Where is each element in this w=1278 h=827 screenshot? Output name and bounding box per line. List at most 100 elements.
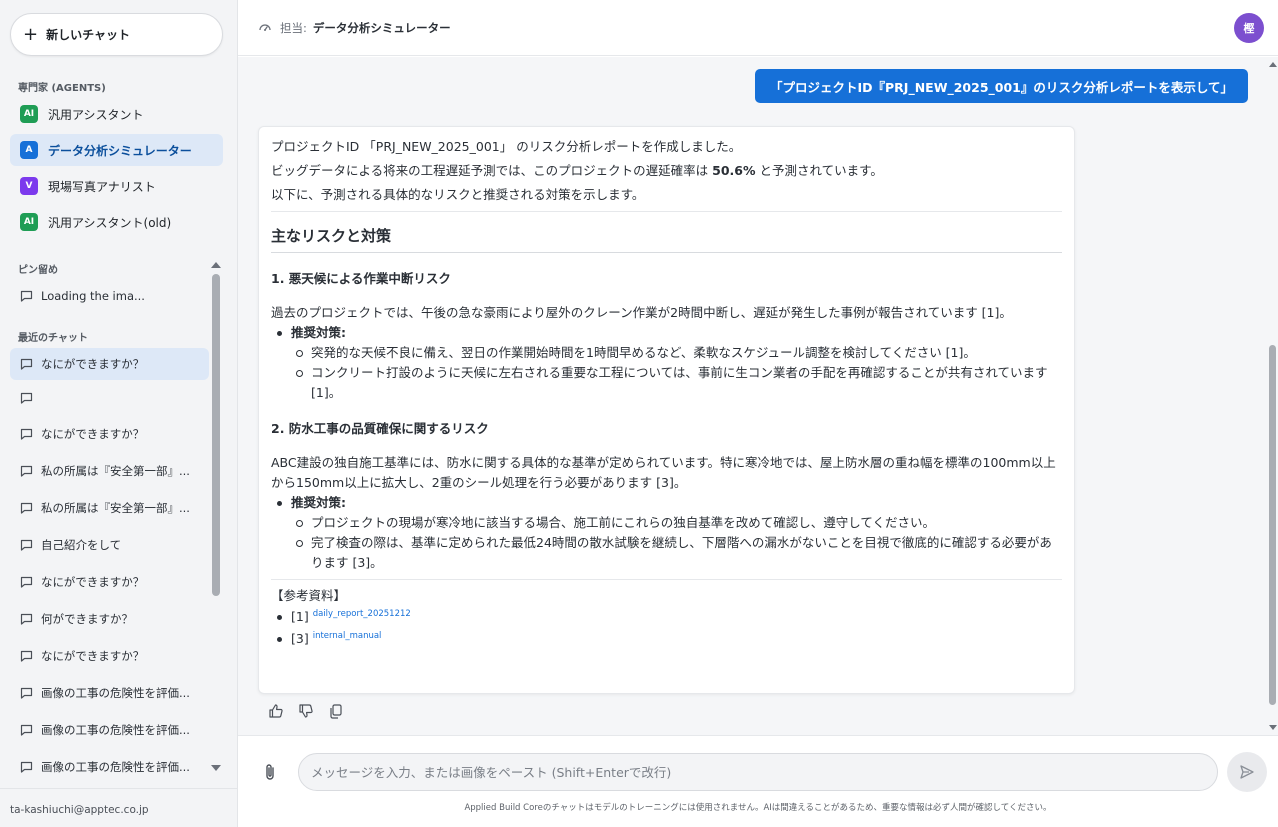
delay-probability: 50.6%	[712, 163, 756, 178]
agent-item-general-assistant-old[interactable]: AI 汎用アシスタント(old)	[10, 206, 223, 238]
user-avatar[interactable]: 樫	[1234, 13, 1264, 43]
measures-list: 推奨対策: プロジェクトの現場が寒冷地に該当する場合、施工前にこれらの独自基準を…	[271, 493, 1062, 573]
sidebar: + 新しいチャット 専門家 (AGENTS) AI 汎用アシスタント A データ…	[0, 0, 238, 827]
chat-item-label: 画像の工事の危険性を評価...	[41, 723, 190, 737]
agent-badge: AI	[20, 213, 38, 231]
chat-scroll-up-arrow[interactable]	[1269, 62, 1277, 67]
chat-item-label: 画像の工事の危険性を評価...	[41, 760, 190, 774]
reference-item: [3] internal_manual	[271, 628, 1062, 650]
send-button[interactable]	[1227, 752, 1267, 792]
chat-item-label: 何ができますか？	[41, 612, 133, 626]
thumbs-down-icon[interactable]	[298, 703, 314, 719]
agent-badge: AI	[20, 105, 38, 123]
recent-section-label: 最近のチャット	[18, 333, 88, 344]
message-actions	[268, 703, 344, 719]
chat-item-label: 自己紹介をして	[41, 538, 122, 552]
recent-chat-item[interactable]: 画像の工事の危険性を評価...	[10, 714, 209, 746]
chat-bubble-icon	[20, 428, 33, 440]
composer: Applied Build Coreのチャットはモデルのトレーニングには使用され…	[238, 735, 1278, 827]
chat-bubble-icon	[20, 613, 33, 625]
agent-item-general-assistant[interactable]: AI 汎用アシスタント	[10, 98, 223, 130]
recent-chat-item[interactable]: 私の所属は『安全第一部』...	[10, 492, 209, 524]
new-chat-button[interactable]: + 新しいチャット	[10, 13, 223, 56]
chat-bubble-icon	[20, 539, 33, 551]
risk-heading: 2. 防水工事の品質確保に関するリスク	[271, 421, 489, 436]
recent-chat-item[interactable]	[10, 382, 209, 414]
message-input[interactable]	[298, 753, 1218, 791]
sidebar-scroll-up-arrow[interactable]	[211, 262, 221, 268]
chat-bubble-icon	[20, 358, 33, 370]
reference-number: [1]	[291, 609, 309, 624]
measure: コンクリート打設のように天候に左右される重要な工程については、事前に生コン業者の…	[291, 363, 1062, 403]
reference-link[interactable]: daily_report_20251212	[313, 609, 411, 619]
measures-item: 推奨対策: プロジェクトの現場が寒冷地に該当する場合、施工前にこれらの独自基準を…	[271, 493, 1062, 573]
chat-bubble-icon	[20, 650, 33, 662]
prediction-suffix: と予測されています。	[759, 163, 883, 178]
agent-label: 汎用アシスタント(old)	[48, 215, 172, 230]
recent-chat-item[interactable]: 画像の工事の危険性を評価...	[10, 751, 209, 780]
divider	[271, 579, 1062, 580]
chat-bubble-icon	[20, 576, 33, 588]
agent-label: 現場写真アナリスト	[48, 179, 156, 194]
reference-number: [3]	[291, 630, 309, 646]
sidebar-scrollbar-thumb[interactable]	[212, 274, 220, 596]
thumbs-up-icon[interactable]	[268, 703, 284, 719]
chat-item-label: 私の所属は『安全第一部』...	[41, 464, 190, 478]
chat-item-label: なにができますか？	[41, 427, 145, 441]
intro-line: 以下に、予測される具体的なリスクと推奨される対策を示します。	[271, 187, 645, 202]
user-email: ta-kashiuchi@apptec.co.jp	[10, 804, 149, 816]
user-message-bubble: 「プロジェクトID『PRJ_NEW_2025_001』のリスク分析レポートを表示…	[754, 69, 1248, 103]
recent-chat-item[interactable]: なにができますか？	[10, 640, 209, 672]
recent-chat-item[interactable]: 私の所属は『安全第一部』...	[10, 455, 209, 487]
agent-item-site-photo-analyst[interactable]: V 現場写真アナリスト	[10, 170, 223, 202]
measures-label: 推奨対策:	[291, 325, 346, 340]
active-agent-title: データ分析シミュレーター	[312, 20, 451, 35]
measure: プロジェクトの現場が寒冷地に該当する場合、施工前にこれらの独自基準を改めて確認し…	[291, 513, 1062, 533]
sidebar-scroll-down-arrow[interactable]	[211, 765, 221, 771]
chat-bubble-icon	[20, 502, 33, 514]
chat-header: 担当: データ分析シミュレーター 樫	[238, 0, 1278, 56]
chat-bubble-icon	[20, 392, 33, 404]
agent-item-data-analysis-simulator[interactable]: A データ分析シミュレーター	[10, 134, 223, 166]
measures-item: 推奨対策: 突発的な天候不良に備え、翌日の作業開始時間を1時間早めるなど、柔軟な…	[271, 323, 1062, 403]
paperclip-icon[interactable]	[262, 762, 278, 782]
measures-list: 推奨対策: 突発的な天候不良に備え、翌日の作業開始時間を1時間早めるなど、柔軟な…	[271, 323, 1062, 403]
new-chat-label: 新しいチャット	[46, 28, 130, 42]
disclaimer: Applied Build Coreのチャットはモデルのトレーニングには使用され…	[464, 803, 1052, 813]
copy-icon[interactable]	[328, 703, 344, 719]
risk-description: 過去のプロジェクトでは、午後の急な豪雨により屋外のクレーン作業が2時間中断し、遅…	[271, 305, 1012, 320]
recent-chat-item[interactable]: 何ができますか？	[10, 603, 209, 635]
chat-item-label: Loading the ima...	[41, 289, 145, 303]
chat-item-label: 私の所属は『安全第一部』...	[41, 501, 190, 515]
agents-section-label: 専門家 (AGENTS)	[18, 83, 106, 94]
recent-chat-item[interactable]: なにができますか？	[10, 418, 209, 450]
agent-badge: A	[20, 141, 38, 159]
agent-label: データ分析シミュレーター	[48, 143, 192, 158]
pinned-section-label: ピン留め	[18, 265, 58, 276]
chat-messages: 「プロジェクトID『PRJ_NEW_2025_001』のリスク分析レポートを表示…	[238, 57, 1278, 735]
risk-heading: 1. 悪天候による作業中断リスク	[271, 271, 451, 286]
measures-sublist: プロジェクトの現場が寒冷地に該当する場合、施工前にこれらの独自基準を改めて確認し…	[291, 513, 1062, 573]
assistant-message-card: プロジェクトID 「PRJ_NEW_2025_001」 のリスク分析レポートを作…	[258, 126, 1075, 694]
plus-icon: +	[23, 23, 39, 45]
recent-chat-item[interactable]: なにができますか？	[10, 566, 209, 598]
pinned-chat-item[interactable]: Loading the ima...	[10, 280, 209, 312]
intro-line: プロジェクトID 「PRJ_NEW_2025_001」 のリスク分析レポートを作…	[271, 139, 742, 154]
chat-bubble-icon	[20, 290, 33, 302]
chat-scroll-down-arrow[interactable]	[1269, 725, 1277, 730]
recent-chat-item[interactable]: 自己紹介をして	[10, 529, 209, 561]
chat-item-label: なにができますか？	[41, 649, 145, 663]
sidebar-divider	[0, 788, 238, 789]
agent-label: 汎用アシスタント	[48, 107, 144, 122]
chat-item-label: 画像の工事の危険性を評価...	[41, 686, 190, 700]
chat-bubble-icon	[20, 687, 33, 699]
send-icon	[1240, 765, 1254, 779]
reference-link[interactable]: internal_manual	[313, 631, 382, 641]
measure: 突発的な天候不良に備え、翌日の作業開始時間を1時間早めるなど、柔軟なスケジュール…	[291, 343, 1062, 363]
chat-scrollbar-thumb[interactable]	[1269, 345, 1276, 705]
agent-status-icon	[259, 23, 271, 31]
chat-bubble-icon	[20, 761, 33, 773]
measures-sublist: 突発的な天候不良に備え、翌日の作業開始時間を1時間早めるなど、柔軟なスケジュール…	[291, 343, 1062, 403]
recent-chat-item[interactable]: 画像の工事の危険性を評価...	[10, 677, 209, 709]
recent-chat-item[interactable]: なにができますか？	[10, 348, 209, 380]
